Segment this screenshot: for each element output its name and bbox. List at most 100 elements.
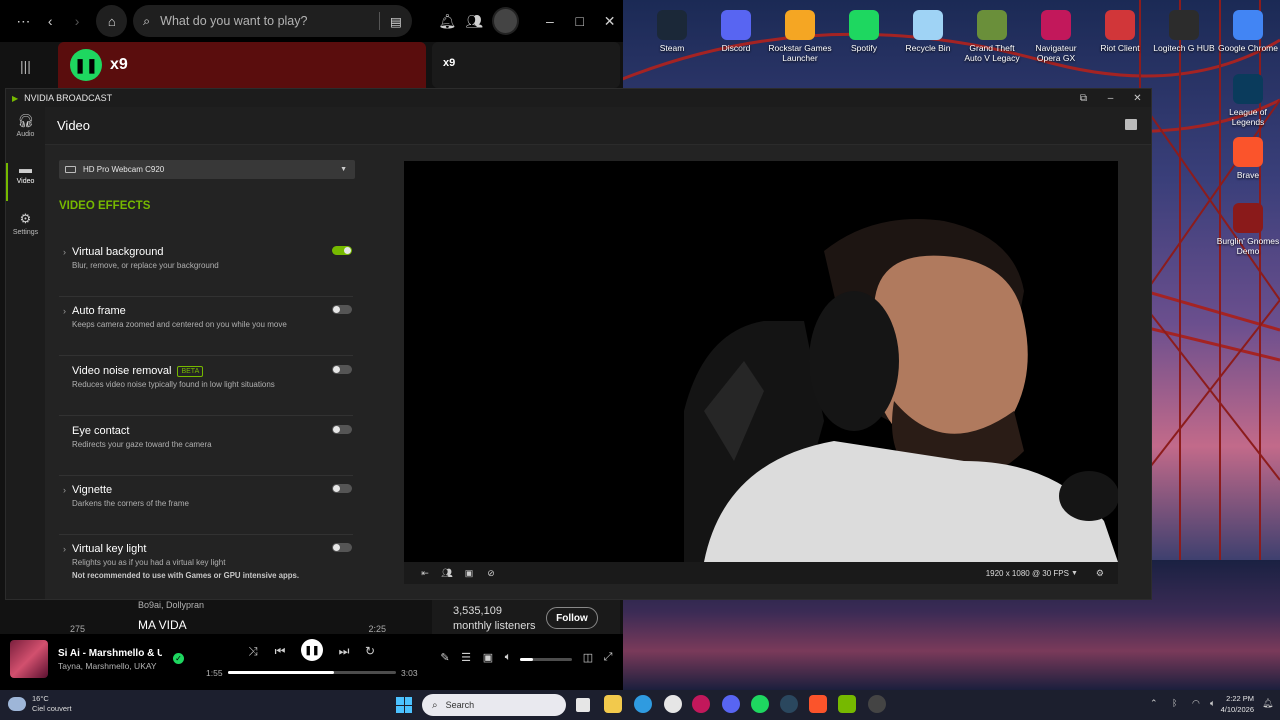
split-view-icon[interactable]: ⇤ xyxy=(414,568,436,579)
desktop-icon-4[interactable]: Recycle Bin xyxy=(896,6,960,53)
resolution-select[interactable]: 1920 x 1080 @ 30 FPS xyxy=(986,569,1069,578)
hide-preview-icon[interactable]: ⊘ xyxy=(480,568,502,579)
list-item-artists[interactable]: Bo9ai, Dollypran xyxy=(138,600,204,610)
more-options-icon[interactable]: ⋯ xyxy=(10,13,37,30)
notifications-icon[interactable]: 🔔︎ xyxy=(434,13,461,30)
shuffle-icon[interactable]: ⤨ xyxy=(245,644,261,659)
brave-icon[interactable] xyxy=(809,695,827,713)
search-box[interactable]: ⌕ What do you want to play? ▤ xyxy=(133,5,412,37)
pause-button[interactable]: ❚❚ xyxy=(70,49,102,81)
desktop-icon-0[interactable]: Steam xyxy=(640,6,704,53)
windows-start-icon[interactable] xyxy=(396,697,412,713)
chevron-right-icon[interactable]: › xyxy=(63,544,66,554)
opera-gx-icon[interactable] xyxy=(692,695,710,713)
close-icon[interactable]: ✕ xyxy=(596,13,623,30)
track-artists[interactable]: Tayna, Marshmello, UKAY xyxy=(58,661,157,671)
progress-bar[interactable] xyxy=(228,671,396,674)
effect-row[interactable]: › Virtual key light Relights you as if you… xyxy=(59,536,353,594)
steam-icon[interactable] xyxy=(780,695,798,713)
home-button[interactable]: ⌂ xyxy=(96,5,128,37)
effect-row[interactable]: › Virtual background Blur, remove, or repl… xyxy=(59,239,353,297)
desktop-icon-10[interactable]: League of Legends xyxy=(1216,70,1280,127)
track-title[interactable]: Si Ai - Marshmello & Ukay xyxy=(58,648,162,659)
discord-icon[interactable] xyxy=(722,695,740,713)
taskbar-search[interactable]: ⌕ Search xyxy=(422,694,566,716)
connect-device-icon[interactable]: ▣ xyxy=(481,651,495,664)
chevron-right-icon[interactable]: › xyxy=(63,247,66,257)
search-input[interactable]: What do you want to play? xyxy=(160,14,307,28)
repeat-icon[interactable]: ↻ xyxy=(362,644,378,658)
volume-icon[interactable]: 🔈︎ xyxy=(501,651,515,664)
camera-select[interactable]: HD Pro Webcam C920 ▼ xyxy=(59,160,355,179)
chevron-right-icon[interactable]: › xyxy=(63,306,66,316)
desktop-icon-9[interactable]: Google Chrome xyxy=(1216,6,1280,53)
notification-bell-icon[interactable]: 🔔︎ xyxy=(1262,698,1273,709)
follow-button[interactable]: Follow xyxy=(546,607,598,629)
effect-row[interactable]: Video noise removal BETA Reduces video noi… xyxy=(59,358,353,416)
file-explorer-icon[interactable] xyxy=(604,695,622,713)
back-icon[interactable]: ‹ xyxy=(37,13,64,29)
weather-widget[interactable]: 16°C Ciel couvert xyxy=(8,694,72,714)
close-icon[interactable]: ✕ xyxy=(1124,93,1151,104)
volume-slider[interactable] xyxy=(520,658,572,661)
browse-icon[interactable]: ▤ xyxy=(390,14,402,29)
queue-icon[interactable]: ☰ xyxy=(459,651,473,664)
desktop-icon-3[interactable]: Spotify xyxy=(832,6,896,53)
effect-toggle[interactable] xyxy=(332,365,352,374)
xbox-icon[interactable] xyxy=(664,695,682,713)
album-cover[interactable] xyxy=(10,640,48,678)
effect-toggle[interactable] xyxy=(332,305,352,314)
desktop-icon-7[interactable]: Riot Client xyxy=(1088,6,1152,53)
effect-row[interactable]: › Auto frame Keeps camera zoomed and cente… xyxy=(59,298,353,356)
effect-toggle[interactable] xyxy=(332,484,352,493)
snapshot-icon[interactable]: ▣ xyxy=(458,568,480,579)
effect-toggle[interactable] xyxy=(332,246,352,255)
play-pause-button[interactable]: ❚❚ xyxy=(301,639,323,661)
desktop-icon-1[interactable]: Discord xyxy=(704,6,768,53)
people-icon[interactable]: 👥︎ xyxy=(436,568,458,579)
maximize-icon[interactable]: □ xyxy=(566,13,593,29)
show-hidden-icons[interactable]: ⌃ xyxy=(1150,698,1158,709)
library-icon[interactable]: ||| xyxy=(20,58,31,74)
compact-mode-icon[interactable]: ⧉ xyxy=(1070,93,1097,104)
taskbar-search-input[interactable]: Search xyxy=(446,700,475,710)
saved-check-icon[interactable]: ✓ xyxy=(173,653,184,664)
forward-icon[interactable]: › xyxy=(64,13,91,29)
bluetooth-icon[interactable]: ᛒ xyxy=(1172,698,1177,708)
list-item-title[interactable]: MA VIDA xyxy=(138,618,187,632)
nav-audio[interactable]: 🎧︎ Audio xyxy=(6,113,45,138)
desktop-icon-11[interactable]: Brave xyxy=(1216,133,1280,180)
nav-settings[interactable]: ⚙︎ Settings xyxy=(6,211,45,236)
friends-activity-icon[interactable]: 👥︎ xyxy=(461,13,488,30)
edge-icon[interactable] xyxy=(634,695,652,713)
desktop-icon-8[interactable]: Logitech G HUB xyxy=(1152,6,1216,53)
feedback-icon[interactable] xyxy=(1125,119,1137,130)
desktop-icon-2[interactable]: Rockstar Games Launcher xyxy=(768,6,832,63)
task-view-icon[interactable] xyxy=(576,698,590,712)
nav-video[interactable]: ▬ Video xyxy=(6,161,45,201)
spotify-icon[interactable] xyxy=(751,695,769,713)
nvidia-icon[interactable] xyxy=(838,695,856,713)
effect-name: Eye contact xyxy=(72,425,130,437)
obs-icon[interactable] xyxy=(868,695,886,713)
chevron-right-icon[interactable]: › xyxy=(63,485,66,495)
effect-toggle[interactable] xyxy=(332,543,352,552)
lyrics-icon[interactable]: ✎ xyxy=(438,651,452,664)
minimize-icon[interactable]: – xyxy=(1097,93,1124,104)
desktop-icon-6[interactable]: Navigateur Opera GX xyxy=(1024,6,1088,63)
fullscreen-icon[interactable]: ⤢ xyxy=(601,651,615,664)
minimize-icon[interactable]: – xyxy=(537,13,564,29)
performance-icon[interactable]: ⚙︎ xyxy=(1096,568,1104,579)
next-icon[interactable]: ⏭︎ xyxy=(336,644,352,659)
previous-icon[interactable]: ⏮︎ xyxy=(272,644,288,659)
profile-avatar[interactable] xyxy=(491,7,519,35)
desktop-icon-12[interactable]: Burglin' Gnomes Demo xyxy=(1216,199,1280,256)
effect-row[interactable]: › Vignette Darkens the corners of the fram… xyxy=(59,477,353,535)
desktop-icon-5[interactable]: Grand Theft Auto V Legacy xyxy=(960,6,1024,63)
system-clock[interactable]: 2:22 PM 4/10/2026 xyxy=(1221,693,1254,715)
effect-row[interactable]: Eye contact Redirects your gaze toward th… xyxy=(59,418,353,476)
wifi-icon[interactable]: ◠ xyxy=(1192,698,1200,709)
speaker-icon[interactable]: 🔈︎ xyxy=(1210,698,1215,709)
effect-toggle[interactable] xyxy=(332,425,352,434)
miniplayer-icon[interactable]: ◫ xyxy=(581,651,595,664)
